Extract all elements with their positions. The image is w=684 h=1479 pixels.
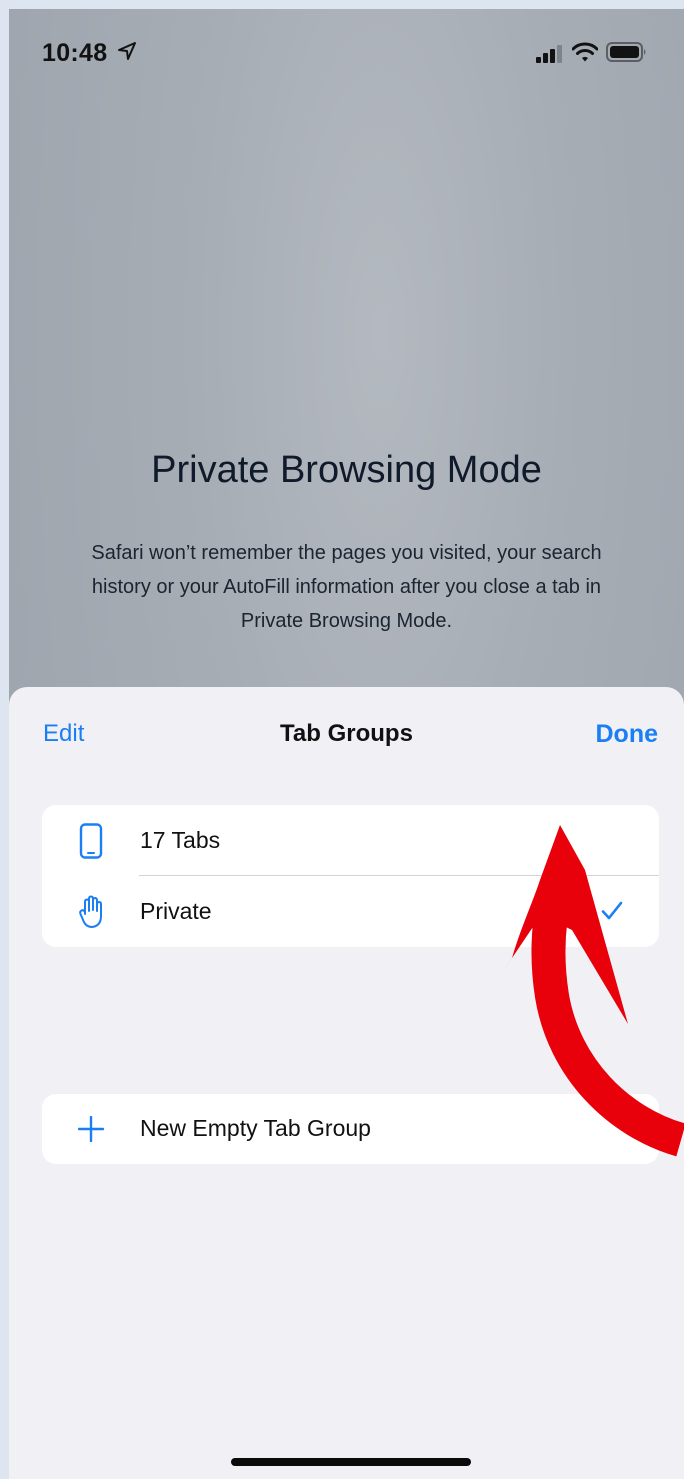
private-browsing-title: Private Browsing Mode — [151, 449, 542, 491]
tab-group-row-private[interactable]: Private — [42, 876, 659, 947]
new-empty-tab-group-button[interactable]: New Empty Tab Group — [42, 1094, 659, 1164]
wifi-icon — [572, 42, 598, 62]
sheet-title: Tab Groups — [280, 720, 413, 747]
phone-screen: 10:48 Private Browsing Mode Safari won’t… — [9, 9, 684, 1479]
hand-icon — [79, 895, 102, 928]
tab-groups-list: 17 Tabs Private — [42, 805, 659, 947]
plus-icon — [78, 1116, 104, 1142]
tab-group-label: Private — [140, 898, 212, 924]
checkmark-icon — [601, 901, 623, 920]
location-arrow-icon — [118, 42, 136, 60]
home-indicator — [231, 1458, 471, 1466]
status-bar: 10:48 — [9, 9, 684, 89]
new-group-label: New Empty Tab Group — [140, 1115, 371, 1141]
tab-groups-sheet: Edit Tab Groups Done 17 Tabs Private New… — [9, 687, 684, 1479]
done-button[interactable]: Done — [596, 720, 659, 749]
tab-group-row-17-tabs[interactable]: 17 Tabs — [42, 805, 659, 876]
cellular-signal-icon — [536, 45, 562, 63]
private-browsing-description: Safari won’t remember the pages you visi… — [91, 542, 602, 632]
phone-icon — [79, 823, 103, 859]
battery-icon — [606, 42, 646, 62]
status-time: 10:48 — [42, 39, 108, 67]
tab-group-label: 17 Tabs — [140, 827, 221, 853]
